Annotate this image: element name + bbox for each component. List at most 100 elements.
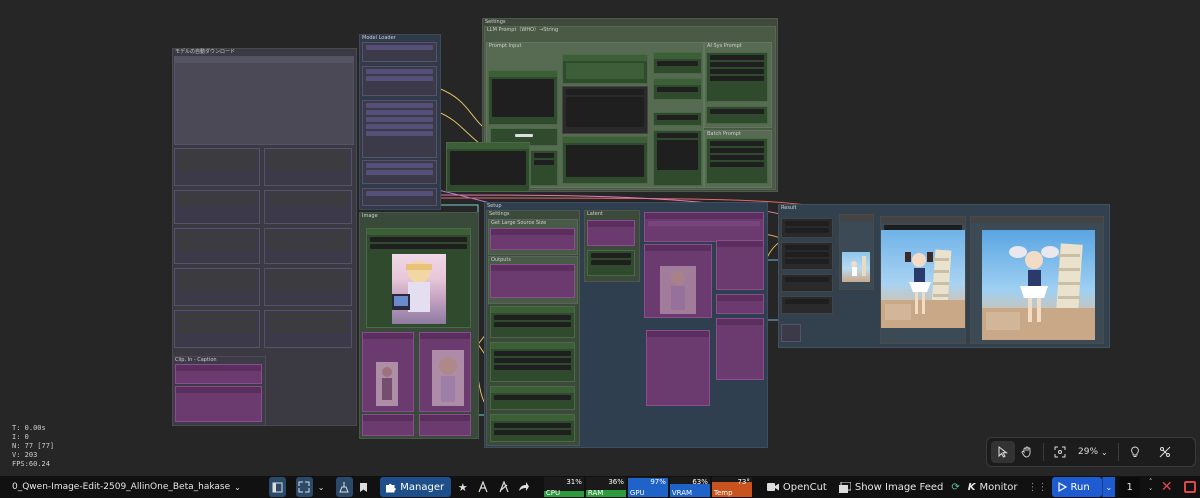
meter-value: 63% — [692, 478, 708, 486]
text-encode-qwen-node-1[interactable] — [716, 240, 764, 290]
resource-meters: CPU 31% RAM 36% GPU 97% VRAM 63% Temp 73° — [543, 477, 753, 497]
caption-node-1[interactable] — [175, 364, 262, 384]
manager-label: Manager — [400, 481, 445, 493]
lightbulb-icon[interactable] — [1123, 441, 1147, 463]
settings-node-2[interactable] — [490, 342, 575, 382]
settings-node-4[interactable] — [490, 414, 575, 442]
result-control-node-1[interactable] — [781, 218, 833, 238]
text-encode-qwen-node-2[interactable] — [716, 294, 764, 314]
refresh-icon[interactable]: ⟳ — [949, 482, 961, 493]
meter-cpu: CPU 31% — [543, 477, 584, 497]
chevron-down-icon[interactable]: ⌄ — [317, 477, 326, 497]
group-title: Clip, In - Caption — [175, 357, 217, 363]
sys-prompt-node-1[interactable] — [706, 52, 768, 102]
cleanup-icon[interactable] — [335, 477, 353, 497]
stop-icon[interactable] — [1181, 477, 1198, 497]
toolbar-divider — [1117, 443, 1119, 461]
text-encode-node[interactable] — [446, 142, 530, 192]
downloader-node-5[interactable] — [174, 228, 260, 264]
result-note-node[interactable] — [781, 324, 801, 342]
text-input-node-1[interactable] — [488, 70, 558, 125]
conditioning-node-2[interactable] — [716, 318, 764, 380]
meter-label: VRAM — [671, 489, 693, 497]
stat-vertices: V: 203 — [12, 451, 38, 459]
prompt-list-node[interactable] — [530, 150, 558, 186]
ksampler-node[interactable] — [644, 212, 764, 242]
downloader-node-2[interactable] — [264, 148, 352, 186]
hand-icon[interactable] — [1015, 441, 1039, 463]
string-node-3[interactable] — [653, 112, 702, 126]
downloader-node-9[interactable] — [174, 310, 260, 348]
sampler-icon-1[interactable] — [474, 477, 491, 497]
result-control-node-4[interactable] — [781, 296, 833, 314]
workflow-panel-icon[interactable] — [295, 477, 313, 497]
lora-loader-node[interactable] — [362, 160, 437, 184]
result-control-node-3[interactable] — [781, 274, 833, 292]
sampler-icon-2[interactable] — [495, 477, 512, 497]
model-sampling-node[interactable] — [362, 188, 437, 206]
notes-node[interactable] — [174, 56, 354, 145]
result-image-1 — [881, 230, 965, 328]
unet-loader-node[interactable] — [362, 42, 437, 62]
group-title: Latent — [587, 211, 604, 217]
meter-value: 73° — [737, 478, 750, 486]
group-title: Prompt Input — [489, 43, 522, 49]
select-icon[interactable] — [991, 441, 1015, 463]
stepper-arrows-icon[interactable]: ˄ ˅ — [1149, 477, 1153, 497]
workflow-selector[interactable]: 0_Qwen-Image-Edit-2509_AllinOne_Beta_hak… — [0, 482, 245, 492]
batch-count-input[interactable]: 1 ˄ ˅ — [1118, 477, 1152, 497]
downloader-node-6[interactable] — [264, 228, 352, 264]
show-image-feed-button[interactable]: Show Image Feed — [833, 481, 950, 493]
conditioning-node-1[interactable] — [646, 330, 710, 406]
queue-panel-icon[interactable] — [268, 477, 286, 497]
star-icon[interactable]: ★ — [455, 477, 470, 497]
caption-node-2[interactable] — [175, 386, 262, 422]
empty-latent-node[interactable] — [587, 220, 635, 246]
leaning-tower-girl-image-icon — [881, 249, 965, 328]
meter-label: GPU — [629, 489, 645, 497]
run-options-chevron-icon[interactable]: ⌄ — [1101, 477, 1115, 497]
resize-preview-1 — [376, 362, 398, 406]
sys-prompt-node-2[interactable] — [706, 106, 768, 124]
downloader-node-10[interactable] — [264, 310, 352, 348]
downloader-node-4[interactable] — [264, 190, 352, 224]
manager-button[interactable]: Manager — [380, 477, 452, 497]
group-title: AI Sys Prompt — [707, 43, 742, 49]
workflow-canvas[interactable]: モデルの自動ダウンロード Clip, In - Caption Model Lo… — [0, 0, 1200, 476]
image-scale-node-2[interactable] — [419, 414, 471, 436]
link-visibility-icon[interactable] — [1153, 441, 1177, 463]
drag-handle-icon[interactable]: ⋮⋮ — [1024, 482, 1052, 493]
downloader-node-7[interactable] — [174, 268, 260, 306]
vae-loader-node[interactable] — [362, 100, 437, 158]
meter-label: Temp — [713, 489, 733, 497]
meter-vram: VRAM 63% — [669, 477, 710, 497]
chevron-down-icon: ⌄ — [234, 482, 241, 492]
monitor-button[interactable]: K Monitor — [962, 482, 1024, 493]
clip-loader-node[interactable] — [362, 66, 437, 96]
bookmark-icon[interactable] — [357, 477, 371, 497]
latent-switch-node[interactable] — [587, 250, 635, 276]
share-arrow-icon[interactable] — [516, 477, 533, 497]
downloader-node-3[interactable] — [174, 190, 260, 224]
prompt-preview-node[interactable] — [562, 86, 648, 134]
string-node-1[interactable] — [653, 52, 702, 74]
run-button[interactable]: Run — [1051, 477, 1102, 497]
opencut-button[interactable]: OpenCut — [761, 482, 833, 493]
result-control-node-2[interactable] — [781, 242, 833, 270]
switch-node[interactable] — [653, 130, 702, 186]
fit-view-icon[interactable] — [1048, 441, 1072, 463]
batch-prompt-node[interactable] — [706, 138, 768, 184]
clear-queue-icon[interactable]: ✕ — [1158, 477, 1175, 497]
combine-node[interactable] — [562, 136, 648, 184]
get-size-node[interactable] — [490, 228, 575, 250]
text-input-node-2[interactable] — [562, 54, 648, 84]
image-scale-node-1[interactable] — [362, 414, 414, 436]
stat-iter: I: 0 — [12, 433, 29, 441]
outputs-node[interactable] — [490, 264, 575, 298]
zoom-dropdown[interactable]: 29% ⌄ — [1072, 447, 1114, 457]
downloader-node-8[interactable] — [264, 268, 352, 306]
settings-node-1[interactable] — [490, 306, 575, 338]
downloader-node-1[interactable] — [174, 148, 260, 186]
settings-node-3[interactable] — [490, 386, 575, 410]
string-node-2[interactable] — [653, 78, 702, 100]
